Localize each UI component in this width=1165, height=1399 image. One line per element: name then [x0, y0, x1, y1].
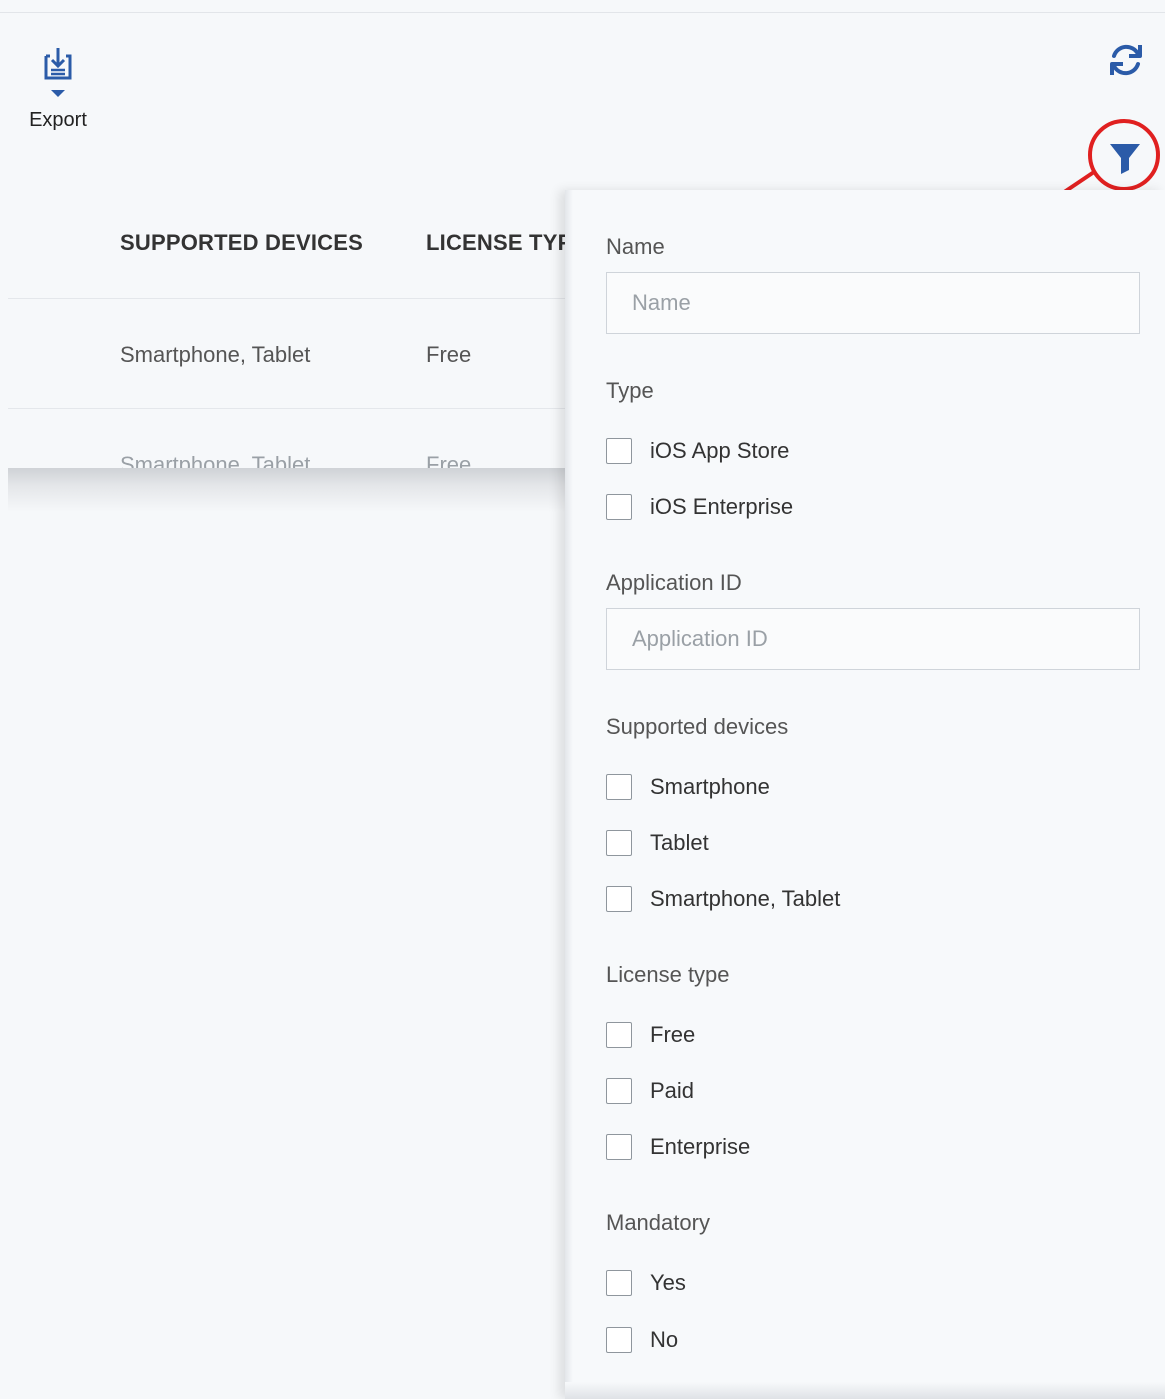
export-button[interactable]: Export — [22, 44, 94, 152]
checkbox[interactable] — [606, 886, 632, 912]
mandatory-option-yes[interactable]: Yes — [606, 1268, 686, 1298]
checkbox[interactable] — [606, 774, 632, 800]
checkbox-label: Smartphone, Tablet — [650, 886, 841, 911]
table-divider — [8, 298, 578, 299]
export-icon — [38, 44, 78, 84]
column-header-license-type[interactable]: LICENSE TYP — [426, 230, 572, 256]
filter-panel: Name Type iOS App Store iOS Enterprise A… — [565, 190, 1165, 1399]
filter-icon — [1110, 144, 1140, 174]
table-divider — [8, 408, 578, 409]
cell-license-type: Free — [426, 342, 472, 367]
checkbox-label: Free — [650, 1022, 696, 1047]
checkbox[interactable] — [606, 1022, 632, 1048]
checkbox[interactable] — [606, 438, 632, 464]
export-label: Export — [29, 109, 87, 131]
checkbox-label: Smartphone — [650, 774, 770, 799]
filter-name-input[interactable] — [606, 272, 1140, 334]
filter-application-id-input[interactable] — [606, 608, 1140, 670]
column-header-supported-devices[interactable]: SUPPORTED DEVICES — [120, 230, 363, 256]
checkbox-label: iOS App Store — [650, 438, 790, 463]
checkbox-label: Tablet — [650, 830, 709, 855]
checkbox-label: Enterprise — [650, 1134, 751, 1159]
top-divider — [0, 12, 1165, 13]
checkbox-label: Yes — [650, 1270, 686, 1295]
apps-table: SUPPORTED DEVICES LICENSE TYP Smartphone… — [8, 190, 578, 510]
devices-option-smartphone-tablet[interactable]: Smartphone, Tablet — [606, 884, 840, 914]
filter-type-label: Type — [606, 378, 654, 403]
checkbox-label: No — [650, 1327, 679, 1352]
table-bottom-shadow — [8, 468, 573, 512]
license-option-enterprise[interactable]: Enterprise — [606, 1132, 750, 1162]
refresh-icon — [1110, 44, 1142, 76]
filter-button[interactable] — [1102, 134, 1148, 180]
checkbox[interactable] — [606, 494, 632, 520]
checkbox[interactable] — [606, 1078, 632, 1104]
checkbox-label: iOS Enterprise — [650, 494, 794, 519]
type-option-ios-enterprise[interactable]: iOS Enterprise — [606, 492, 793, 522]
filter-panel-bottom-edge — [565, 1382, 1165, 1399]
checkbox[interactable] — [606, 1327, 632, 1353]
filter-application-id-label: Application ID — [606, 570, 742, 595]
license-option-paid[interactable]: Paid — [606, 1076, 694, 1106]
filter-license-type-label: License type — [606, 962, 730, 987]
filter-name-label: Name — [606, 234, 665, 259]
checkbox-label: Paid — [650, 1078, 695, 1103]
license-option-free[interactable]: Free — [606, 1020, 695, 1050]
chevron-down-icon — [51, 90, 65, 97]
checkbox[interactable] — [606, 830, 632, 856]
filter-panel-edge — [565, 190, 573, 1399]
cell-supported-devices: Smartphone, Tablet — [120, 342, 311, 367]
checkbox[interactable] — [606, 1134, 632, 1160]
refresh-button[interactable] — [1104, 38, 1148, 82]
mandatory-option-no[interactable]: No — [606, 1325, 678, 1355]
type-option-ios-app-store[interactable]: iOS App Store — [606, 436, 789, 466]
devices-option-tablet[interactable]: Tablet — [606, 828, 709, 858]
filter-supported-devices-label: Supported devices — [606, 714, 789, 739]
filter-mandatory-label: Mandatory — [606, 1210, 710, 1235]
devices-option-smartphone[interactable]: Smartphone — [606, 772, 770, 802]
checkbox[interactable] — [606, 1270, 632, 1296]
